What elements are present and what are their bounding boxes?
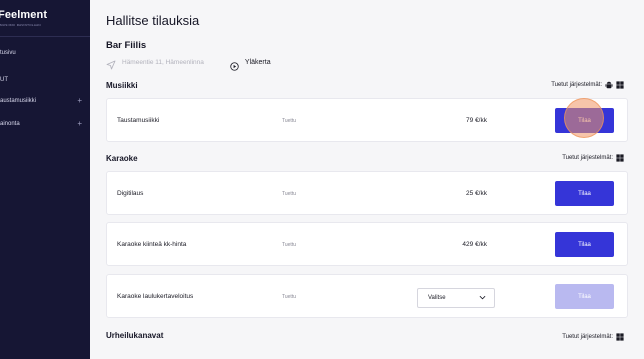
page-title: Hallitse tilauksia xyxy=(106,13,200,28)
product-price: 25 €/kk xyxy=(466,190,487,197)
product-name: Karaoke laulukertaveloitus xyxy=(117,293,194,300)
venue-floor: Yläkerta xyxy=(244,58,271,66)
product-name: Taustamusiikki xyxy=(117,117,160,124)
chevron-down-icon xyxy=(479,295,486,302)
support-status: Tuettu xyxy=(282,191,296,197)
plus-icon[interactable]: + xyxy=(77,97,82,105)
logo-tagline: MUSIIKKI RAVINTOLAAN xyxy=(0,23,41,27)
section-title-karaoke: Karaoke xyxy=(106,154,138,163)
product-price: 429 €/kk xyxy=(462,241,487,248)
product-price: 79 €/kk xyxy=(466,117,487,124)
support-status: Tuettu xyxy=(282,294,296,300)
supported-systems-label: Tuetut järjestelmät: xyxy=(562,155,613,161)
sidebar-item-label: ainonta xyxy=(0,121,20,127)
product-name: Digitilaus xyxy=(117,190,144,197)
support-status: Tuettu xyxy=(282,118,296,124)
product-name: Karaoke kiinteä kk-hinta xyxy=(117,241,187,248)
sidebar-item-background-music[interactable]: austamusiikki + xyxy=(0,97,90,105)
supported-systems-sports: Tuetut järjestelmät: xyxy=(562,333,624,341)
app-logo[interactable]: Feelment xyxy=(0,9,47,21)
supported-systems-label: Tuetut järjestelmät: xyxy=(551,82,602,88)
sidebar-item-home[interactable]: tusivu xyxy=(0,50,16,56)
supported-systems-music: Tuetut järjestelmät: xyxy=(551,81,624,89)
play-circle-icon xyxy=(230,58,239,71)
plus-icon[interactable]: + xyxy=(77,120,82,128)
section-title-sports: Urheilukanavat xyxy=(106,331,164,340)
location-arrow-icon xyxy=(106,57,116,70)
section-title-music: Musiikki xyxy=(106,81,138,90)
windows-icon xyxy=(616,81,624,89)
support-status: Tuettu xyxy=(282,242,296,248)
subscription-card: Karaoke laulukertaveloitus Tuettu Valits… xyxy=(106,274,628,318)
sidebar-item-label: austamusiikki xyxy=(0,98,37,104)
order-button[interactable]: Tilaa xyxy=(555,108,614,133)
sidebar-section-label: UT xyxy=(0,77,8,83)
subscription-card: Digitilaus Tuettu 25 €/kk Tilaa xyxy=(106,171,628,215)
main-content: Hallitse tilauksia Bar Fiilis Hämeentie … xyxy=(90,0,644,359)
subscription-card: Taustamusiikki Tuettu 79 €/kk Tilaa xyxy=(106,98,628,142)
sidebar: Feelment MUSIIKKI RAVINTOLAAN tusivu UT … xyxy=(0,0,90,359)
android-icon xyxy=(605,81,613,89)
venue-location-row: Hämeentie 11, Hämeenlinna Yläkerta xyxy=(106,56,271,71)
sidebar-divider xyxy=(0,36,90,37)
windows-icon xyxy=(616,333,624,341)
sidebar-section-header: UT xyxy=(0,77,8,83)
sidebar-item-label: tusivu xyxy=(0,50,16,56)
select-value: Valitse xyxy=(428,295,446,301)
sidebar-item-advertising[interactable]: ainonta + xyxy=(0,120,90,128)
subscription-card: Karaoke kiinteä kk-hinta Tuettu 429 €/kk… xyxy=(106,222,628,266)
order-button[interactable]: Tilaa xyxy=(555,232,614,257)
pricing-select[interactable]: Valitse xyxy=(417,288,495,308)
venue-name: Bar Fiilis xyxy=(106,40,147,51)
venue-address: Hämeentie 11, Hämeenlinna xyxy=(122,58,204,66)
supported-systems-karaoke: Tuetut järjestelmät: xyxy=(562,154,624,162)
supported-systems-label: Tuetut järjestelmät: xyxy=(562,334,613,340)
windows-icon xyxy=(616,154,624,162)
order-button[interactable]: Tilaa xyxy=(555,181,614,206)
order-button[interactable]: Tilaa xyxy=(555,284,614,309)
